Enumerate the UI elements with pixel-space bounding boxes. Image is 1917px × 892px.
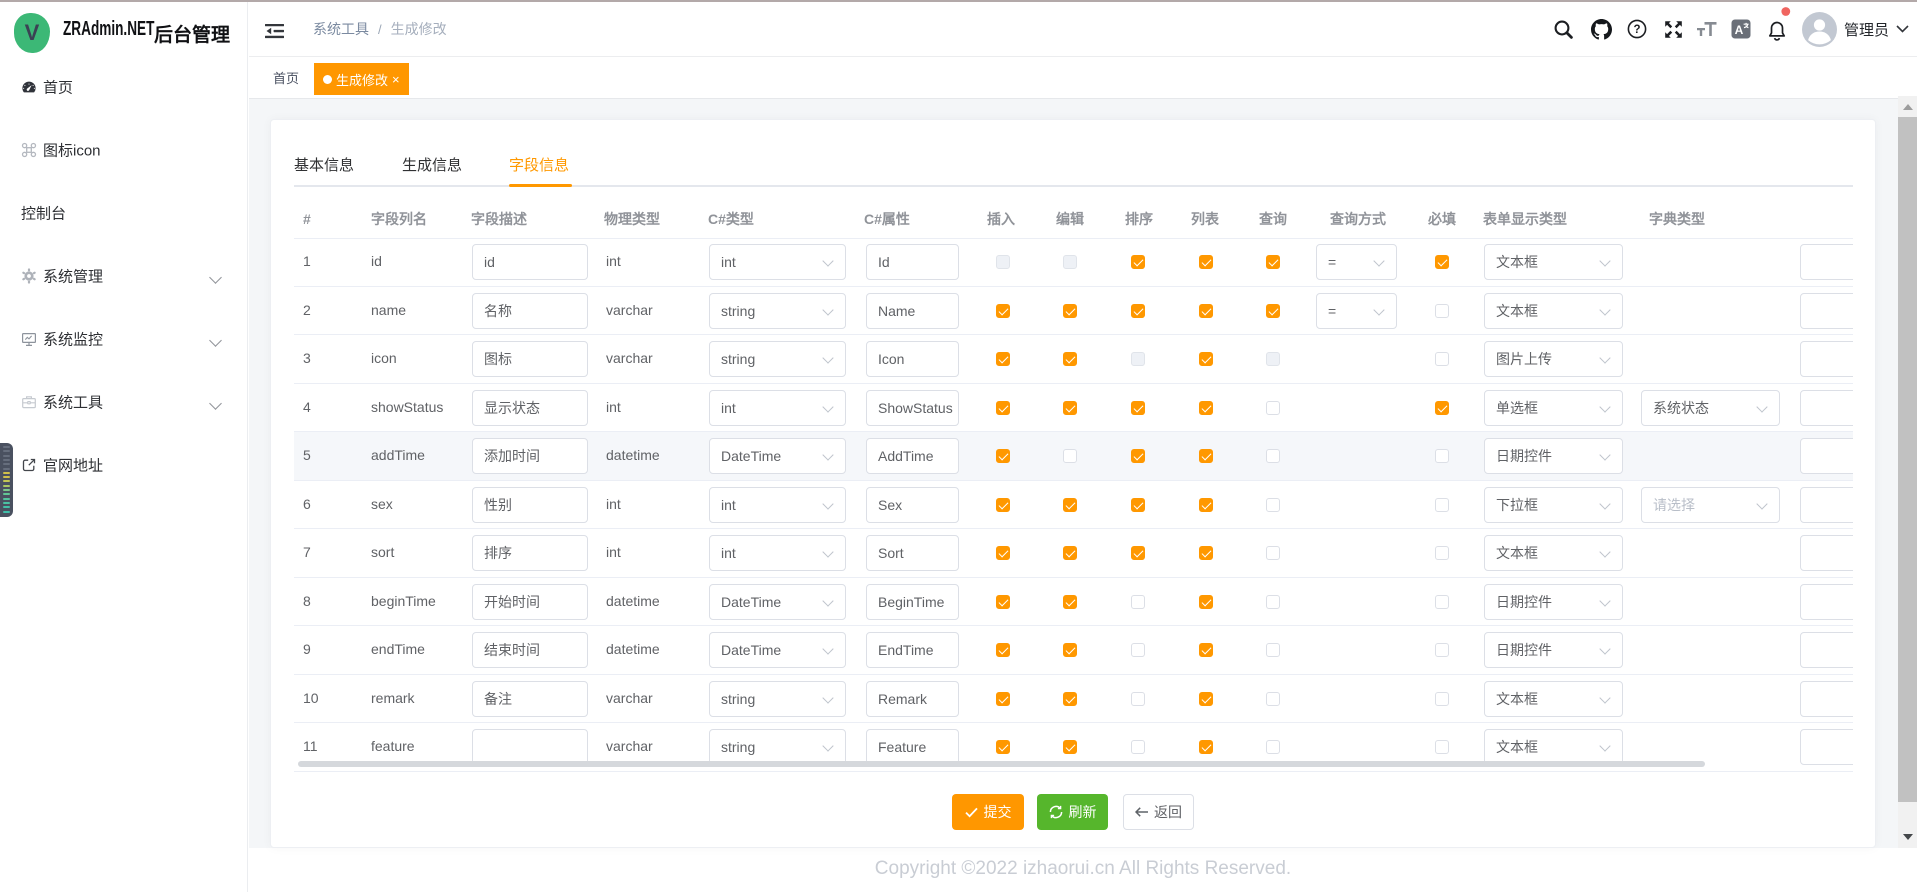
svg-text:A: A — [1735, 23, 1744, 37]
svg-text:?: ? — [1633, 24, 1640, 36]
